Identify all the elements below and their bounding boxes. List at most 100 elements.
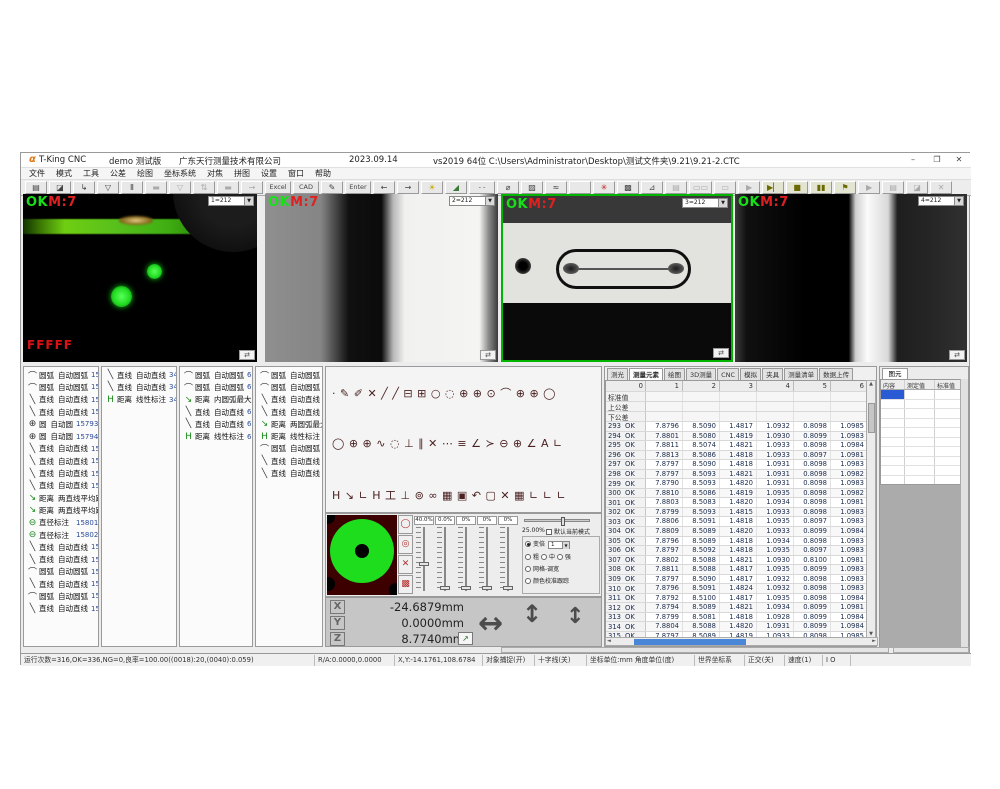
list-item[interactable]: ╲直线自动直线15 (24, 603, 98, 615)
palette-tool-icon[interactable]: ∞ (428, 489, 437, 502)
list-item[interactable]: ╲直线自动直线15 (24, 455, 98, 467)
table-row[interactable]: 293OK7.87968.50901.48171.09320.80981.098… (606, 422, 866, 432)
table-row[interactable]: 302OK7.87998.50931.48151.09330.80981.098… (606, 508, 866, 518)
elements-row[interactable] (881, 476, 961, 486)
palette-tool-icon[interactable]: ▦ (514, 489, 524, 502)
table-row[interactable]: 309OK7.87978.50901.48171.09320.80981.098… (606, 575, 866, 585)
list-item[interactable]: ↘距离两圆弧最大距 (256, 418, 322, 430)
toolbar-pen-button[interactable]: ✎ (321, 181, 343, 194)
list-item[interactable]: ╲直线自动直线55 (256, 406, 322, 418)
toolbar-dashes-button[interactable]: - - (469, 181, 495, 194)
list-item[interactable]: ⌒圆弧自动圆弧15 (24, 369, 98, 381)
light-slider[interactable]: 0% (456, 516, 476, 595)
table-row[interactable]: 297OK7.87978.50901.48181.09310.80981.098… (606, 460, 866, 470)
elements-row[interactable] (881, 466, 961, 476)
toolbar-hatch-button[interactable]: ▨ (521, 181, 543, 194)
camera-4-view[interactable]: OKM:7 4=212▼ ⇄ (735, 194, 967, 362)
elements-row[interactable] (881, 428, 961, 438)
slider-thumb[interactable] (503, 586, 513, 590)
table-row[interactable]: 295OK7.88118.50741.48211.09330.80981.098… (606, 441, 866, 451)
toolbar-updown-button[interactable]: ⇅ (193, 181, 215, 194)
palette-tool-icon[interactable]: · (332, 387, 336, 400)
list-item[interactable]: ⊕圆自动圆15794 (24, 430, 98, 442)
jog-diagonal-button[interactable]: ↗ (458, 632, 473, 645)
table-row[interactable]: 296OK7.88138.50861.48181.09330.80971.098… (606, 451, 866, 461)
zoom-radio[interactable]: 变倍1▼ (525, 539, 598, 549)
palette-tool-icon[interactable]: ◌ (390, 437, 400, 450)
palette-tool-icon[interactable]: ∿ (376, 437, 385, 450)
toolbar-arrow-left-button[interactable]: ← (373, 181, 395, 194)
elements-row[interactable] (881, 409, 961, 419)
list-item[interactable]: ╲直线自动直线34 (102, 381, 176, 393)
tab-绘图[interactable]: 绘图 (664, 368, 685, 380)
palette-tool-icon[interactable]: 工 (385, 487, 396, 503)
palette-tool-icon[interactable]: ≡ (457, 437, 466, 450)
list-item[interactable]: ⌒圆弧自动圆弧15 (24, 590, 98, 602)
toolbar-open2-button[interactable]: ◪ (906, 181, 928, 194)
list-item[interactable]: ╲直线自动直线15 (24, 541, 98, 553)
palette-tool-icon[interactable]: ╱ (392, 387, 399, 400)
toolbar-save-button[interactable]: ▤ (25, 181, 47, 194)
table-fixed-row[interactable]: 标准值 (606, 392, 866, 402)
slider-thumb[interactable] (419, 562, 429, 566)
menu-item-窗口[interactable]: 窗口 (288, 168, 304, 179)
menu-item-公差[interactable]: 公差 (110, 168, 126, 179)
slider-thumb[interactable] (561, 517, 565, 526)
palette-tool-icon[interactable]: ⊕ (459, 387, 468, 400)
light-slider[interactable]: 0.0% (435, 516, 455, 595)
toolbar-arrow-right-button[interactable]: → (397, 181, 419, 194)
table-row[interactable]: 310OK7.87968.50911.48241.09320.80981.098… (606, 584, 866, 594)
elements-row[interactable] (881, 400, 961, 410)
table-row[interactable]: 301OK7.88038.50831.48201.09340.80981.098… (606, 498, 866, 508)
toolbar-cad-button[interactable]: CAD (293, 181, 319, 194)
toolbar-zoom-button[interactable]: ⌀ (497, 181, 519, 194)
list-item[interactable]: H距离线性标注55 (256, 430, 322, 442)
toolbar-tiles-button[interactable]: ▭▭ (689, 181, 712, 194)
list-item[interactable]: ╲直线自动直线66 (180, 418, 252, 430)
grid-radio[interactable]: 网格-调宽 (525, 564, 598, 573)
camera-3-selector[interactable]: 3=212▼ (682, 198, 728, 208)
table-row[interactable]: 311OK7.87928.51001.48171.09350.80981.098… (606, 594, 866, 604)
palette-tool-icon[interactable]: ▢ (486, 489, 496, 502)
list-item[interactable]: ╲直线自动直线15 (24, 578, 98, 590)
palette-tool-icon[interactable]: ⊟ (403, 387, 412, 400)
palette-tool-icon[interactable]: ◯ (332, 437, 344, 450)
toolbar-play-button[interactable]: ▶ (738, 181, 760, 194)
list-item[interactable]: ⌒圆弧自动圆弧55 (256, 443, 322, 455)
toolbar-save2-button[interactable]: ▤ (665, 181, 687, 194)
list-item[interactable]: ╲直线自动直线55 (256, 394, 322, 406)
camera-3-view[interactable]: OKM:7 3=212▼ ⇄ (501, 194, 733, 362)
toolbar-folder-button[interactable]: ▭ (714, 181, 736, 194)
elements-row[interactable] (881, 457, 961, 467)
palette-tool-icon[interactable]: ⌒ (500, 385, 511, 401)
table-row[interactable]: 300OK7.88108.50861.48191.09350.80981.098… (606, 489, 866, 499)
palette-tool-icon[interactable]: H (332, 489, 340, 502)
menu-item-模式[interactable]: 模式 (56, 168, 72, 179)
light-slider[interactable]: 0% (477, 516, 497, 595)
list-item[interactable]: ╲直线自动直线15 (24, 480, 98, 492)
palette-tool-icon[interactable]: ⊕ (529, 387, 538, 400)
palette-tool-icon[interactable]: ◌ (445, 387, 455, 400)
palette-tool-icon[interactable]: ✎ (340, 387, 349, 400)
palette-tool-icon[interactable]: ⊥ (404, 437, 414, 450)
palette-tool-icon[interactable]: ⊕ (513, 437, 522, 450)
camera-4-resize-grip[interactable]: ⇄ (949, 350, 965, 360)
list-item[interactable]: ⌒圆弧自动圆弧15 (24, 566, 98, 578)
tab-测光[interactable]: 测光 (607, 368, 628, 380)
toolbar-play2-button[interactable]: ▶ (858, 181, 880, 194)
light-slider[interactable]: 40.0% (414, 516, 434, 595)
palette-tool-icon[interactable]: ⋯ (442, 437, 453, 450)
palette-tool-icon[interactable]: ⊞ (417, 387, 426, 400)
palette-tool-icon[interactable]: ✕ (367, 387, 376, 400)
list-item[interactable]: ╲直线自动直线34 (102, 369, 176, 381)
table-row[interactable]: 299OK7.87908.50931.48201.09310.80981.098… (606, 479, 866, 489)
list-item[interactable]: ⌒圆弧自动圆弧15 (24, 381, 98, 393)
results-hscrollbar[interactable]: ◄► (605, 637, 878, 646)
menu-item-设置[interactable]: 设置 (261, 168, 277, 179)
toolbar-block2-button[interactable]: ▬ (217, 181, 239, 194)
table-row[interactable]: 305OK7.87968.50891.48181.09340.80981.098… (606, 537, 866, 547)
table-row[interactable]: 304OK7.88098.50891.48201.09330.80991.098… (606, 527, 866, 537)
menu-item-工具[interactable]: 工具 (83, 168, 99, 179)
master-light-slider[interactable] (524, 519, 590, 522)
color-track-radio[interactable]: 颜色校准跟踪 (525, 576, 598, 585)
